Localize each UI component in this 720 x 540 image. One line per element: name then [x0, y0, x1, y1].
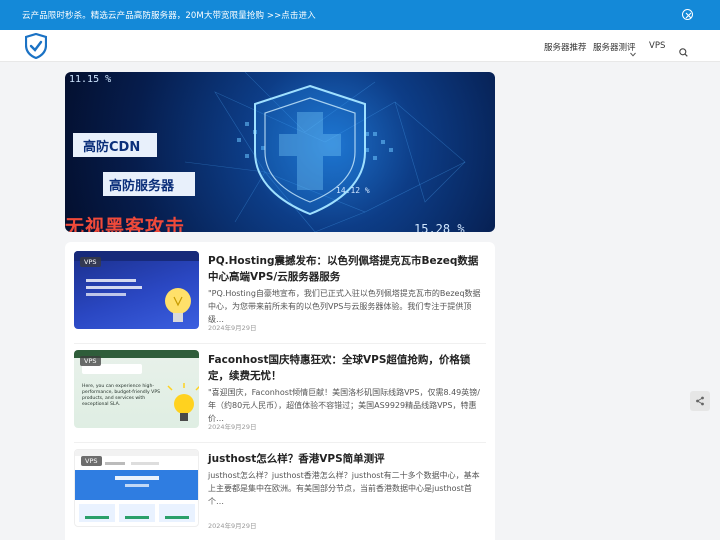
category-badge[interactable]: VPS: [81, 456, 102, 466]
chevron-down-icon[interactable]: [630, 42, 636, 61]
article-date: 2024年9月29日: [208, 324, 257, 332]
article-excerpt: "PQ.Hosting自豪地宣布，我们已正式入驻以色列佩塔提克瓦市的Bezeq数…: [208, 289, 481, 324]
article-title[interactable]: Faconhost国庆特惠狂欢：全球VPS超值抢购，价格锁定，续费无忧！: [208, 352, 488, 384]
article-excerpt: "喜迎国庆，Faconhost倾情巨献！美国洛杉矶国际线路VPS，仅需8.49英…: [208, 388, 480, 423]
article-excerpt: justhost怎么样？justhost香港怎么样？justhost有二十多个数…: [208, 471, 480, 506]
banner-tag-cdn: 高防CDN: [73, 133, 157, 157]
hero-banner[interactable]: 11.15 % 15.28 % 14.12 % 高防CDN 高防服务器 无视黑客…: [65, 72, 495, 232]
notice-bar[interactable]: 云产品限时秒杀。精选云产品高防服务器，20M大带宽限量抢购 >>点击进入: [0, 0, 720, 30]
divider: [74, 442, 486, 443]
banner-percent-2: 15.28 %: [414, 222, 465, 232]
article-thumbnail[interactable]: VPS: [74, 251, 199, 329]
article-thumbnail[interactable]: VPS Here, you can experience high-perfor…: [74, 350, 199, 428]
thumbnail-caption: Here, you can experience high-performanc…: [82, 384, 161, 407]
article-list: VPS PQ.Hosting震撼发布：以色列佩塔提克瓦市Bezeq数据中心高端V…: [65, 242, 495, 540]
close-icon[interactable]: [682, 9, 693, 20]
category-badge[interactable]: VPS: [80, 356, 101, 366]
share-button[interactable]: [690, 391, 710, 411]
nav-item-vps[interactable]: VPS: [649, 41, 665, 51]
list-item[interactable]: VPS justhost怎么样？香港VPS简单测评 justhost怎么样？ju…: [74, 449, 486, 540]
share-icon: [696, 396, 704, 406]
banner-percent-1: 11.15 %: [69, 74, 112, 85]
article-date: 2024年9月29日: [208, 522, 257, 530]
banner-headline: 无视黑客攻击: [65, 216, 186, 232]
article-title[interactable]: PQ.Hosting震撼发布：以色列佩塔提克瓦市Bezeq数据中心高端VPS/云…: [208, 253, 488, 285]
shield-logo-icon[interactable]: [24, 32, 48, 60]
list-item[interactable]: VPS Here, you can experience high-perfor…: [74, 350, 486, 446]
article-title[interactable]: justhost怎么样？香港VPS简单测评: [208, 451, 488, 467]
nav-item-server-recommend[interactable]: 服务器推荐: [544, 41, 587, 53]
notice-text[interactable]: 云产品限时秒杀。精选云产品高防服务器，20M大带宽限量抢购 >>点击进入: [22, 9, 316, 21]
category-badge[interactable]: VPS: [80, 257, 101, 267]
article-thumbnail[interactable]: VPS: [74, 449, 199, 527]
search-icon[interactable]: [679, 42, 688, 61]
site-header: 服务器推荐 服务器测评 VPS: [0, 30, 720, 62]
banner-percent-3: 14.12 %: [336, 186, 370, 195]
banner-tag-server: 高防服务器: [103, 172, 195, 196]
divider: [74, 343, 486, 344]
article-date: 2024年9月29日: [208, 423, 257, 431]
list-item[interactable]: VPS PQ.Hosting震撼发布：以色列佩塔提克瓦市Bezeq数据中心高端V…: [74, 251, 486, 347]
